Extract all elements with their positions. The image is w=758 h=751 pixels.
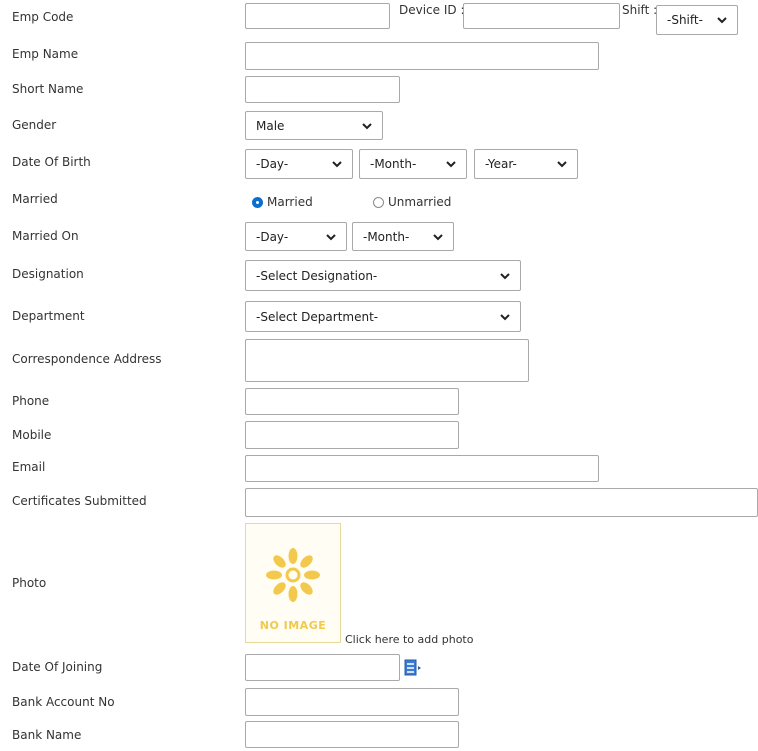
gender-select[interactable]: Male: [245, 111, 383, 140]
chevron-down-icon: [717, 15, 727, 25]
married-label: Married: [12, 192, 58, 206]
certificates-input[interactable]: [245, 488, 758, 517]
bank-account-label: Bank Account No: [12, 695, 115, 709]
designation-select-value: -Select Designation-: [256, 268, 378, 283]
radio-unmarried-label: Unmarried: [388, 195, 452, 209]
phone-label: Phone: [12, 394, 50, 408]
dob-year-value: -Year-: [485, 157, 517, 171]
date-of-joining-label: Date Of Joining: [12, 660, 103, 674]
department-select-value: -Select Department-: [256, 309, 379, 324]
mobile-label: Mobile: [12, 428, 52, 442]
chevron-down-icon: [326, 232, 336, 242]
married-on-day-value: -Day-: [256, 229, 289, 244]
add-photo-link[interactable]: Click here to add photo: [345, 633, 473, 646]
dob-day-value: -Day-: [256, 157, 289, 171]
radio-selected-icon: [252, 196, 263, 208]
calendar-icon[interactable]: [404, 659, 423, 677]
dob-month-select[interactable]: -Month-: [359, 149, 467, 179]
bank-account-input[interactable]: [245, 688, 459, 716]
flower-placeholder-icon: [266, 548, 320, 602]
shift-select-value: -Shift-: [667, 13, 703, 27]
photo-label: Photo: [12, 576, 47, 590]
department-select[interactable]: -Select Department-: [245, 301, 521, 332]
device-id-label: Device ID :: [399, 3, 465, 17]
emp-name-label: Emp Name: [12, 47, 79, 61]
radio-unselected-icon: [373, 196, 384, 208]
chevron-down-icon: [362, 121, 372, 131]
short-name-input[interactable]: [245, 76, 400, 103]
department-label: Department: [12, 309, 85, 323]
chevron-down-icon: [332, 159, 342, 169]
email-input[interactable]: [245, 455, 599, 482]
email-label: Email: [12, 460, 46, 474]
married-on-label: Married On: [12, 229, 79, 243]
gender-label: Gender: [12, 118, 57, 132]
short-name-label: Short Name: [12, 82, 84, 96]
emp-code-input[interactable]: [245, 3, 390, 29]
shift-select[interactable]: -Shift-: [656, 5, 738, 35]
mobile-input[interactable]: [245, 421, 459, 449]
dob-day-select[interactable]: -Day-: [245, 149, 353, 179]
married-on-month-select[interactable]: -Month-: [352, 222, 454, 251]
date-of-joining-input[interactable]: [245, 654, 400, 681]
dob-month-value: -Month-: [370, 157, 417, 171]
married-on-month-value: -Month-: [363, 229, 410, 244]
married-on-day-select[interactable]: -Day-: [245, 222, 347, 251]
chevron-down-icon: [500, 312, 510, 322]
chevron-down-icon: [500, 271, 510, 281]
bank-name-label: Bank Name: [12, 728, 82, 742]
gender-select-value: Male: [256, 118, 285, 133]
emp-name-input[interactable]: [245, 42, 599, 70]
address-textarea[interactable]: [245, 339, 529, 382]
emp-code-label: Emp Code: [12, 10, 74, 24]
certificates-label: Certificates Submitted: [12, 494, 147, 508]
address-label: Correspondence Address: [12, 352, 162, 366]
photo-placeholder[interactable]: NO IMAGE: [245, 523, 341, 643]
chevron-down-icon: [446, 159, 456, 169]
radio-unmarried[interactable]: Unmarried: [373, 195, 451, 209]
dob-year-select[interactable]: -Year-: [474, 149, 578, 179]
chevron-down-icon: [433, 232, 443, 242]
no-image-text: NO IMAGE: [259, 619, 327, 632]
shift-label: Shift :: [622, 3, 658, 17]
radio-married-label: Married: [267, 195, 313, 209]
designation-label: Designation: [12, 267, 84, 281]
designation-select[interactable]: -Select Designation-: [245, 260, 521, 291]
phone-input[interactable]: [245, 388, 459, 415]
dob-label: Date Of Birth: [12, 155, 91, 169]
radio-married[interactable]: Married: [252, 195, 313, 209]
device-id-input[interactable]: [463, 3, 620, 29]
chevron-down-icon: [557, 159, 567, 169]
bank-name-input[interactable]: [245, 721, 459, 748]
